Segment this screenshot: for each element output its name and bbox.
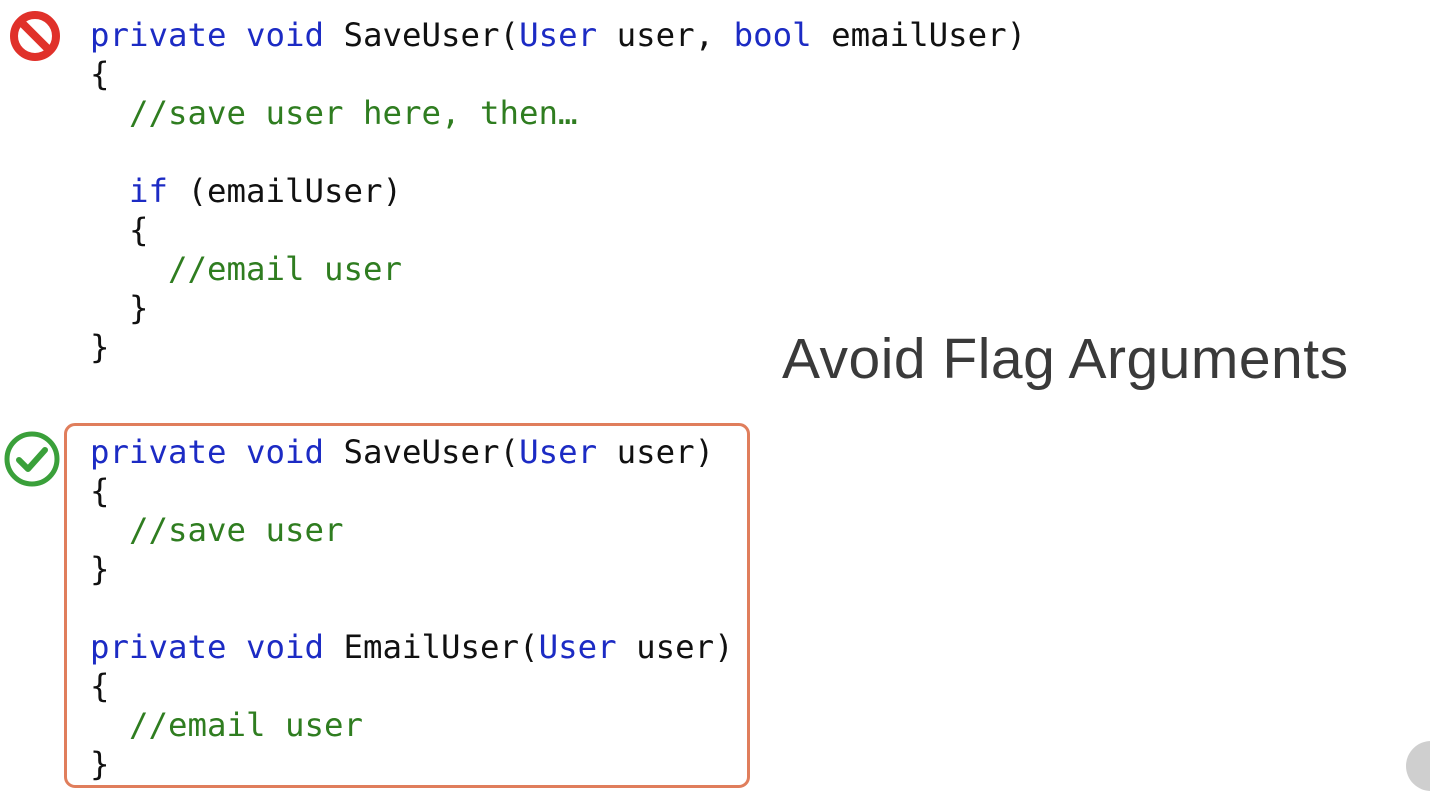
bad-code-example: private void SaveUser(User user, bool em… [90,16,1026,367]
code-line: //save user here, then… [90,94,1026,133]
code-text: { [90,55,110,93]
code-keyword: private [90,628,227,666]
no-entry-icon [9,10,61,67]
code-line: } [90,289,1026,328]
code-text: user) [597,433,715,471]
code-text: } [90,550,110,588]
code-line: } [90,550,734,589]
code-comment: //save user here, then… [90,94,578,132]
code-text: user) [616,628,734,666]
checkmark-circle-icon [3,430,61,493]
code-text: { [90,211,149,249]
code-comment: //email user [90,250,403,288]
code-line: { [90,667,734,706]
code-keyword: private [90,433,227,471]
code-line: //save user [90,511,734,550]
code-line: //email user [90,250,1026,289]
code-text: emailUser) [811,16,1027,54]
code-line: //email user [90,706,734,745]
code-line: private void SaveUser(User user, bool em… [90,16,1026,55]
code-line: private void SaveUser(User user) [90,433,734,472]
code-line: { [90,472,734,511]
code-keyword: User [538,628,617,666]
code-comment: //save user [90,511,344,549]
code-text: { [90,667,110,705]
code-text: (emailUser) [168,172,403,210]
code-keyword: User [519,433,598,471]
code-keyword: bool [733,16,812,54]
code-text: EmailUser( [324,628,539,666]
code-line: { [90,55,1026,94]
code-keyword: private [90,16,227,54]
code-line: if (emailUser) [90,172,1026,211]
code-text: SaveUser( [324,16,520,54]
code-text: } [90,328,110,366]
code-keyword: void [246,628,325,666]
code-keyword: void [246,16,325,54]
code-text: } [90,289,149,327]
code-text: { [90,472,110,510]
good-code-example: private void SaveUser(User user){ //save… [90,433,734,784]
code-keyword: User [519,16,598,54]
code-text: } [90,745,110,783]
code-text: user, [597,16,734,54]
code-line: { [90,211,1026,250]
code-text: SaveUser( [324,433,520,471]
player-logo-button[interactable] [1406,741,1430,791]
code-line: private void EmailUser(User user) [90,628,734,667]
code-keyword: void [246,433,325,471]
code-line: } [90,745,734,784]
code-comment: //email user [90,706,364,744]
code-keyword: if [129,172,169,210]
slide-title: Avoid Flag Arguments [782,327,1349,391]
